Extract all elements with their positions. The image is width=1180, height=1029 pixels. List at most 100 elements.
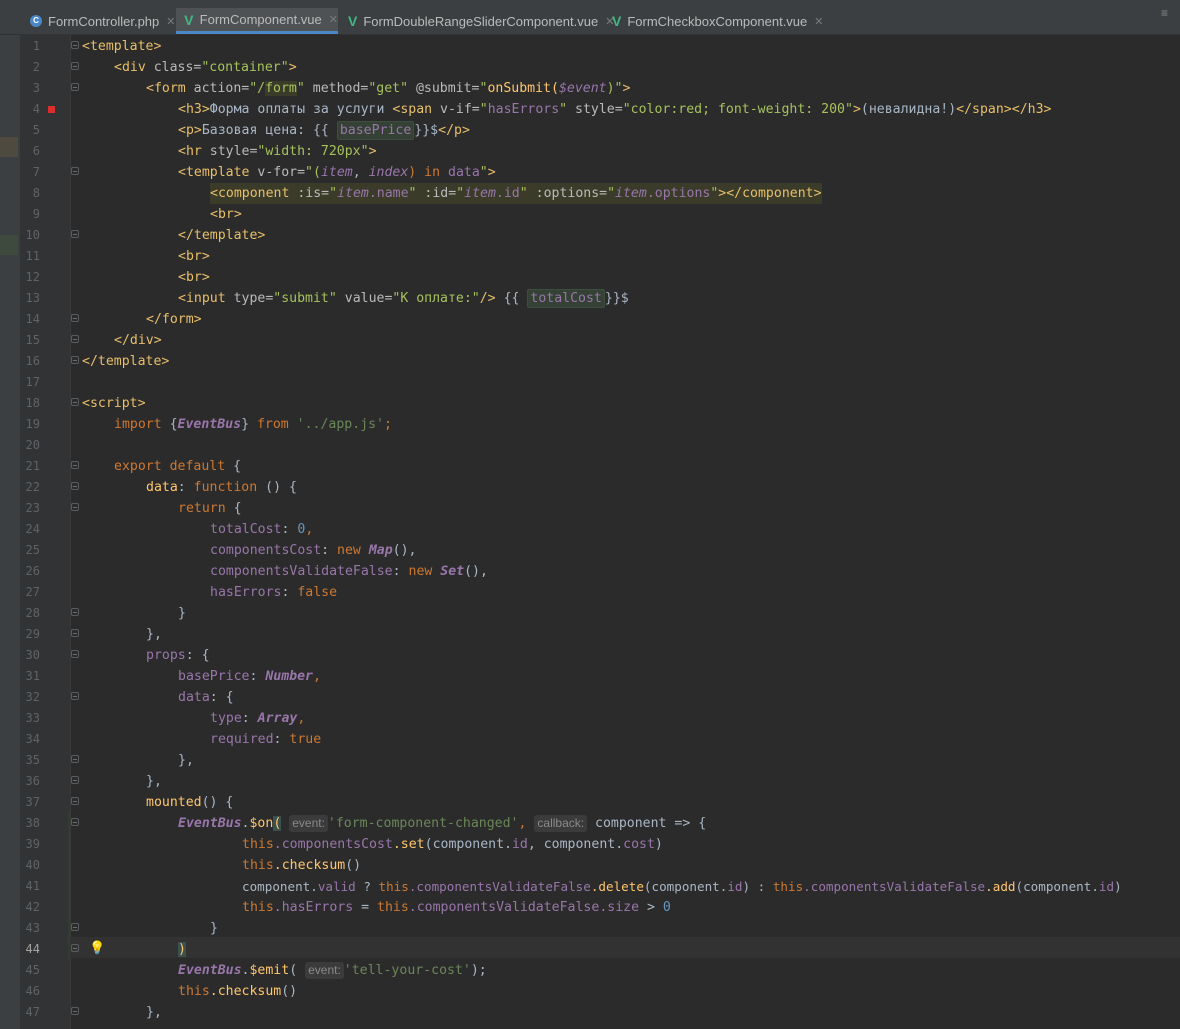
code-line-26: 26 componentsValidateFalse: new Set(), — [20, 561, 1180, 582]
fold-icon[interactable] — [71, 650, 79, 658]
tab-formdoublerangeslider-vue[interactable]: V FormDoubleRangeSliderComponent.vue ✕ — [340, 8, 614, 34]
code-line-38: 38 EventBus.$on( event:'form-component-c… — [20, 813, 1180, 834]
fold-icon[interactable] — [71, 482, 79, 490]
line-number: 43 — [25, 921, 40, 935]
line-number: 24 — [25, 522, 40, 536]
line-text: }, — [146, 774, 162, 789]
fold-icon[interactable] — [71, 314, 79, 322]
line-text: this.checksum() — [242, 858, 362, 873]
line-text: <script> — [82, 396, 146, 411]
line-text: basePrice: Number, — [178, 669, 321, 684]
fold-icon[interactable] — [71, 629, 79, 637]
fold-icon[interactable] — [71, 461, 79, 469]
code-line-46: 46 this.checksum() — [20, 981, 1180, 1002]
line-number: 1 — [32, 39, 40, 53]
fold-icon[interactable] — [71, 944, 79, 952]
code-line-16: 16 </template> — [20, 351, 1180, 372]
line-text: <h3>Форма оплаты за услуги <span v-if="h… — [178, 102, 1052, 117]
line-text: this.hasErrors = this.componentsValidate… — [242, 900, 671, 915]
fold-icon[interactable] — [71, 62, 79, 70]
line-number: 35 — [25, 753, 40, 767]
line-text: data: { — [178, 690, 234, 705]
fold-icon[interactable] — [71, 503, 79, 511]
code-line-33: 33 type: Array, — [20, 708, 1180, 729]
fold-icon[interactable] — [71, 167, 79, 175]
parameter-hint: callback: — [534, 815, 588, 832]
code-line-8: 8 <component :is="item.name" :id="item.i… — [20, 183, 1180, 204]
code-line-9: 9 <br> — [20, 204, 1180, 225]
fold-icon[interactable] — [71, 398, 79, 406]
line-text: componentsValidateFalse: new Set(), — [210, 564, 488, 579]
vue-file-icon: V — [612, 13, 622, 29]
line-number: 40 — [25, 858, 40, 872]
tab-formcheckbox-vue[interactable]: V FormCheckboxComponent.vue ✕ — [604, 8, 823, 34]
parameter-hint: event: — [305, 962, 344, 979]
fold-icon[interactable] — [71, 797, 79, 805]
tab-overflow-icon[interactable]: ≡ — [1161, 6, 1168, 20]
fold-icon[interactable] — [71, 83, 79, 91]
line-text: EventBus.$emit( event:'tell-your-cost'); — [178, 962, 487, 979]
tab-label: FormComponent.vue — [199, 12, 322, 27]
fold-icon[interactable] — [71, 818, 79, 826]
line-number: 5 — [32, 123, 40, 137]
line-text: } — [210, 921, 218, 936]
line-number: 36 — [25, 774, 40, 788]
line-number: 19 — [25, 417, 40, 431]
code-line-34: 34 required: true — [20, 729, 1180, 750]
fold-icon[interactable] — [71, 230, 79, 238]
fold-icon[interactable] — [71, 1007, 79, 1015]
line-number: 33 — [25, 711, 40, 725]
tab-formcontroller-php[interactable]: C FormController.php ✕ — [22, 8, 176, 34]
code-line-44: 44 💡 ) — [20, 939, 1180, 960]
line-text: data: function () { — [146, 480, 297, 495]
breakpoint-icon[interactable] — [48, 106, 55, 113]
code-line-17: 17 — [20, 372, 1180, 393]
code-line-27: 27 hasErrors: false — [20, 582, 1180, 603]
fold-icon[interactable] — [71, 608, 79, 616]
line-text: <template> — [82, 39, 162, 54]
line-number: 38 — [25, 816, 40, 830]
fold-icon[interactable] — [71, 41, 79, 49]
line-text: <br> — [178, 249, 210, 264]
close-icon[interactable]: ✕ — [814, 15, 823, 28]
code-line-6: 6 <hr style="width: 720px"> — [20, 141, 1180, 162]
code-editor[interactable]: 1 <template> 2 <div class="container"> 3… — [20, 34, 1180, 1029]
line-number: 2 — [32, 60, 40, 74]
code-line-35: 35 }, — [20, 750, 1180, 771]
fold-icon[interactable] — [71, 692, 79, 700]
code-line-23: 23 return { — [20, 498, 1180, 519]
line-text: ) — [178, 942, 186, 957]
fold-icon[interactable] — [71, 335, 79, 343]
line-number: 46 — [25, 984, 40, 998]
line-text: <template v-for="(item, index) in data"> — [178, 165, 496, 180]
line-text: import {EventBus} from '../app.js'; — [114, 417, 392, 432]
line-number: 42 — [25, 900, 40, 914]
code-line-36: 36 }, — [20, 771, 1180, 792]
line-number: 12 — [25, 270, 40, 284]
line-number: 20 — [25, 438, 40, 452]
fold-icon[interactable] — [71, 755, 79, 763]
line-number: 44 — [25, 942, 40, 956]
fold-icon[interactable] — [71, 776, 79, 784]
code-line-42: 42 this.hasErrors = this.componentsValid… — [20, 897, 1180, 918]
code-line-45: 45 EventBus.$emit( event:'tell-your-cost… — [20, 960, 1180, 981]
tab-formcomponent-vue[interactable]: V FormComponent.vue ✕ — [176, 8, 338, 34]
close-icon[interactable]: ✕ — [166, 15, 175, 28]
code-line-47: 47 }, — [20, 1002, 1180, 1023]
line-number: 14 — [25, 312, 40, 326]
line-number: 25 — [25, 543, 40, 557]
code-line-15: 15 </div> — [20, 330, 1180, 351]
fold-icon[interactable] — [71, 356, 79, 364]
line-text: }, — [146, 627, 162, 642]
line-text: <br> — [210, 207, 242, 222]
close-icon[interactable]: ✕ — [329, 13, 338, 26]
code-line-24: 24 totalCost: 0, — [20, 519, 1180, 540]
line-number: 22 — [25, 480, 40, 494]
line-text: } — [178, 606, 186, 621]
fold-icon[interactable] — [71, 923, 79, 931]
line-number: 27 — [25, 585, 40, 599]
line-text: <form action="/form" method="get" @submi… — [146, 81, 631, 96]
line-number: 11 — [25, 249, 40, 263]
line-text: </template> — [178, 228, 266, 243]
lightbulb-icon[interactable]: 💡 — [89, 941, 105, 956]
